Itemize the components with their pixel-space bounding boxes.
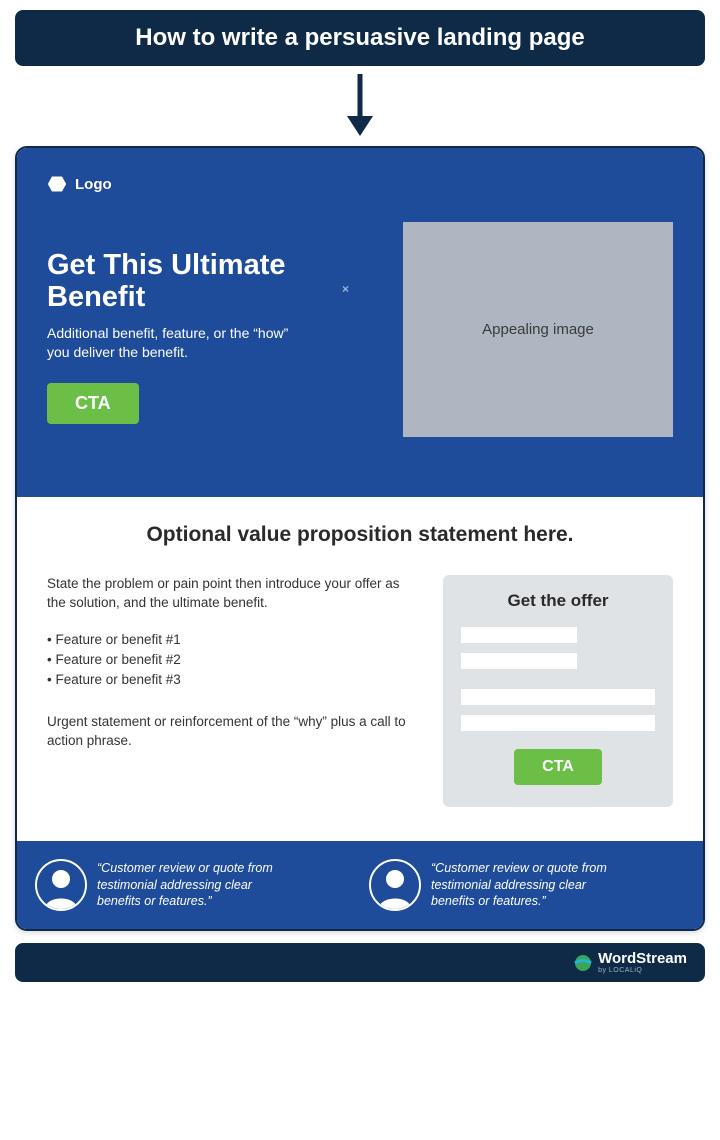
logo-label: Logo [75,176,112,193]
urgency-statement: Urgent statement or reinforcement of the… [47,713,411,751]
hero-cta-button[interactable]: CTA [47,383,139,424]
footer-bar: WordStream by LOCALiQ [15,943,705,982]
close-icon[interactable]: × [342,282,349,296]
form-title: Get the offer [461,591,655,611]
form-field[interactable] [461,653,577,669]
testimonial: “Customer review or quote from testimoni… [369,859,685,911]
testimonial-quote: “Customer review or quote from testimoni… [431,860,631,911]
feature-item: • Feature or benefit #2 [47,651,411,670]
testimonials-section: “Customer review or quote from testimoni… [17,841,703,929]
feature-list: • Feature or benefit #1 • Feature or ben… [47,631,411,690]
logo: Logo [47,174,673,194]
testimonial: “Customer review or quote from testimoni… [35,859,351,911]
hero-image-placeholder: Appealing image [403,222,673,437]
hexagon-icon [47,174,67,194]
offer-form: Get the offer CTA [443,575,673,807]
feature-item: • Feature or benefit #3 [47,671,411,690]
avatar-icon [369,859,421,911]
form-field[interactable] [461,627,577,643]
hero-subhead: Additional benefit, feature, or the “how… [47,324,307,363]
problem-statement: State the problem or pain point then int… [47,575,411,613]
footer-byline: by LOCALiQ [598,967,687,974]
arrow-down-icon [15,74,705,136]
page-title: How to write a persuasive landing page [15,10,705,66]
value-proposition: Optional value proposition statement her… [47,523,673,547]
mid-section: Optional value proposition statement her… [17,497,703,841]
feature-item: • Feature or benefit #1 [47,631,411,650]
form-field[interactable] [461,689,655,705]
landing-page-card: Logo Get This Ultimate Benefit Additiona… [15,146,705,931]
form-cta-button[interactable]: CTA [514,749,602,785]
testimonial-quote: “Customer review or quote from testimoni… [97,860,297,911]
footer-brand: WordStream [598,951,687,966]
hero-headline: Get This Ultimate Benefit [47,250,383,314]
globe-icon [574,954,592,972]
wordstream-logo: WordStream by LOCALiQ [574,951,687,974]
hero-section: Logo Get This Ultimate Benefit Additiona… [17,148,703,497]
form-field[interactable] [461,715,655,731]
avatar-icon [35,859,87,911]
